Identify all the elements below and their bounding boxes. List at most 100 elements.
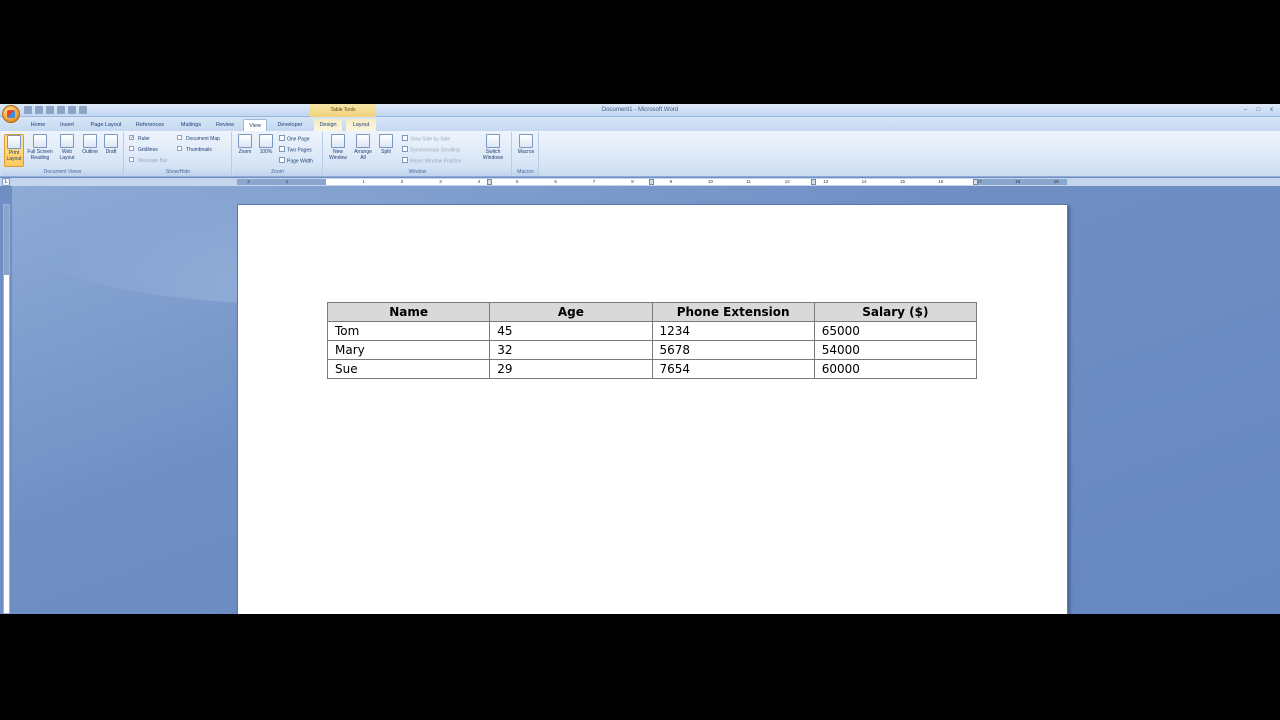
new-window-label: New Window bbox=[329, 149, 347, 161]
office-button[interactable] bbox=[2, 105, 20, 123]
table-cell[interactable]: 1234 bbox=[651, 321, 815, 341]
macros-button[interactable]: Macros bbox=[515, 134, 537, 155]
table-cell[interactable]: Mary bbox=[326, 340, 491, 360]
ruler-number: 12 bbox=[784, 179, 790, 184]
column-header-phone-extension[interactable]: Phone Extension bbox=[651, 302, 815, 322]
ruler-number: 3 bbox=[439, 179, 442, 184]
ruler-number: 1 bbox=[285, 179, 289, 184]
one-page-label: One Page bbox=[287, 136, 310, 143]
minimize-button[interactable]: – bbox=[1241, 106, 1250, 114]
tab-mailings[interactable]: Mailings bbox=[176, 119, 206, 131]
table-cell[interactable]: 45 bbox=[489, 321, 653, 341]
message-bar-label: Message Bar bbox=[138, 158, 168, 164]
ruler-checkbox[interactable]: ✓ Ruler bbox=[129, 135, 150, 142]
table-tools-context-label: Table Tools bbox=[310, 104, 376, 117]
tab-review[interactable]: Review bbox=[212, 119, 238, 131]
maximize-button[interactable]: □ bbox=[1254, 106, 1263, 114]
ruler-number: 13 bbox=[823, 179, 829, 184]
web-layout-button[interactable]: Web Layout bbox=[57, 134, 77, 161]
redo-icon[interactable] bbox=[46, 106, 54, 114]
table-cell[interactable]: 65000 bbox=[813, 321, 978, 341]
draft-label: Draft bbox=[105, 149, 117, 155]
tab-developer[interactable]: Developer bbox=[272, 119, 308, 131]
sync-scroll-icon bbox=[402, 146, 408, 152]
print-icon[interactable] bbox=[68, 106, 76, 114]
table-cell[interactable]: 5678 bbox=[651, 340, 815, 360]
tab-home[interactable]: Home bbox=[28, 119, 48, 131]
thumbnails-checkbox[interactable]: Thumbnails bbox=[177, 146, 212, 153]
close-button[interactable]: x bbox=[1267, 106, 1276, 114]
tab-references[interactable]: References bbox=[132, 119, 168, 131]
table-cell[interactable]: Tom bbox=[326, 321, 491, 341]
ruler-number: 2 bbox=[400, 179, 404, 184]
print-layout-label: Print Layout bbox=[6, 150, 22, 162]
new-window-button[interactable]: New Window bbox=[327, 134, 349, 161]
ruler-number: 2 bbox=[247, 179, 250, 184]
column-marker[interactable] bbox=[811, 179, 816, 185]
ruler-number: 7 bbox=[592, 179, 596, 184]
table-cell[interactable]: 29 bbox=[489, 359, 653, 379]
arrange-all-icon bbox=[356, 134, 370, 148]
zoom-100-icon bbox=[259, 134, 273, 148]
new-window-icon bbox=[331, 134, 345, 148]
ruler-number: 15 bbox=[900, 179, 906, 184]
document-page[interactable]: Name Age Phone Extension Salary ($) Tom … bbox=[237, 204, 1068, 614]
tab-design[interactable]: Design bbox=[314, 119, 342, 131]
column-header-salary[interactable]: Salary ($) bbox=[813, 302, 978, 322]
column-marker[interactable] bbox=[487, 179, 492, 185]
table-cell[interactable]: 60000 bbox=[813, 359, 978, 379]
save-icon[interactable] bbox=[24, 106, 32, 114]
two-pages-button[interactable]: Two Pages bbox=[279, 146, 312, 153]
ruler-number: 1 bbox=[362, 179, 365, 184]
macros-icon bbox=[519, 134, 533, 148]
reset-window-icon bbox=[402, 157, 408, 163]
checkbox-box bbox=[177, 146, 182, 152]
horizontal-ruler[interactable]: 2 1 1 2 3 4 5 6 7 8 9 10 11 12 13 14 15 16 17 18 19 bbox=[237, 179, 1067, 185]
two-pages-icon bbox=[279, 146, 285, 152]
zoom-button[interactable]: Zoom bbox=[236, 134, 254, 155]
column-header-age[interactable]: Age bbox=[489, 302, 653, 322]
draft-button[interactable]: Draft bbox=[102, 134, 120, 155]
arrange-all-button[interactable]: Arrange All bbox=[351, 134, 375, 161]
checkbox-box bbox=[129, 146, 134, 152]
tab-page-layout[interactable]: Page Layout bbox=[86, 119, 126, 131]
table-cell[interactable]: 32 bbox=[489, 340, 653, 360]
data-table[interactable]: Name Age Phone Extension Salary ($) Tom … bbox=[326, 302, 978, 379]
tab-selector-button[interactable]: L bbox=[2, 178, 10, 186]
tab-layout[interactable]: Layout bbox=[346, 119, 376, 131]
synchronous-scrolling-button: Synchronous Scrolling bbox=[402, 146, 460, 153]
zoom-100-button[interactable]: 100% bbox=[257, 134, 275, 155]
table-row: Tom 45 1234 65000 bbox=[326, 321, 978, 341]
switch-windows-button[interactable]: Switch Windows bbox=[478, 134, 508, 161]
column-marker[interactable] bbox=[649, 179, 654, 185]
document-map-checkbox[interactable]: Document Map bbox=[177, 135, 220, 142]
ruler-number: 18 bbox=[1015, 179, 1021, 184]
print-preview-icon[interactable] bbox=[57, 106, 65, 114]
column-header-name[interactable]: Name bbox=[326, 302, 491, 322]
arrange-all-label: Arrange All bbox=[354, 149, 372, 161]
one-page-button[interactable]: One Page bbox=[279, 135, 310, 143]
tab-insert[interactable]: Insert bbox=[56, 119, 78, 131]
split-button[interactable]: Split bbox=[377, 134, 395, 155]
group-zoom: Zoom 100% One Page Two Pages Page Width … bbox=[233, 132, 323, 176]
vertical-ruler[interactable] bbox=[3, 204, 10, 614]
ruler-number: 6 bbox=[554, 179, 557, 184]
switch-windows-label: Switch Windows bbox=[482, 149, 504, 161]
tab-view[interactable]: View bbox=[243, 119, 267, 131]
window-title: Document1 - Microsoft Word bbox=[601, 107, 679, 113]
undo-icon[interactable] bbox=[35, 106, 43, 114]
table-cell[interactable]: 54000 bbox=[813, 340, 978, 360]
checkmark-icon: ✓ bbox=[129, 135, 135, 142]
outline-button[interactable]: Outline bbox=[79, 134, 101, 155]
draft-icon bbox=[104, 134, 118, 148]
table-cell[interactable]: 7654 bbox=[651, 359, 815, 379]
gridlines-checkbox[interactable]: Gridlines bbox=[129, 146, 158, 153]
table-cell[interactable]: Sue bbox=[326, 359, 491, 379]
full-screen-reading-button[interactable]: Full Screen Reading bbox=[26, 134, 54, 161]
ruler-label: Ruler bbox=[138, 136, 150, 142]
print-layout-button[interactable]: Print Layout bbox=[4, 134, 24, 167]
customize-toolbar-icon[interactable] bbox=[79, 106, 87, 114]
page-width-button[interactable]: Page Width bbox=[279, 157, 313, 164]
column-marker[interactable] bbox=[973, 179, 978, 185]
message-bar-checkbox: Message Bar bbox=[129, 157, 168, 164]
